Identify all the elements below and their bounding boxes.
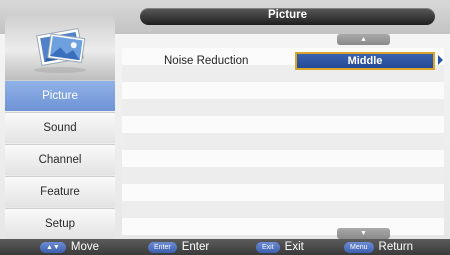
sidebar-item-label: Sound bbox=[43, 122, 77, 134]
hint-enter: Enter Enter bbox=[148, 241, 209, 253]
hint-label: Return bbox=[378, 241, 414, 253]
sidebar-item-label: Setup bbox=[44, 218, 76, 230]
chevron-right-icon[interactable] bbox=[438, 55, 443, 65]
noise-reduction-label: Noise Reduction bbox=[164, 55, 249, 67]
sidebar-item-sound[interactable]: Sound bbox=[5, 112, 115, 143]
hint-move: ▲▼ Move bbox=[40, 241, 99, 253]
chevron-up-icon: ▲ bbox=[360, 36, 367, 43]
hint-label: Enter bbox=[181, 241, 210, 253]
settings-rows bbox=[122, 48, 444, 235]
list-row bbox=[122, 99, 444, 116]
sidebar: Picture Sound Channel Feature Setup bbox=[0, 9, 117, 245]
settings-panel: ▲ Noise Reduction Middle ▼ bbox=[122, 34, 444, 239]
scroll-up-button[interactable]: ▲ bbox=[337, 34, 390, 45]
key-hint-bar: ▲▼ Move Enter Enter Exit Exit Menu Retur… bbox=[0, 239, 450, 255]
picture-category-tile bbox=[5, 14, 115, 80]
hint-label: Move bbox=[70, 241, 99, 253]
move-key-icon: ▲▼ bbox=[40, 241, 66, 253]
list-row bbox=[122, 201, 444, 218]
noise-reduction-selector[interactable]: Middle bbox=[295, 52, 435, 70]
tv-menu-screen: Picture Picture Sound Channel Feature Se… bbox=[0, 0, 450, 255]
enter-key-icon: Enter bbox=[148, 241, 177, 253]
list-row bbox=[122, 150, 444, 167]
list-row bbox=[122, 218, 444, 235]
hint-label: Exit bbox=[284, 241, 304, 253]
list-row bbox=[122, 184, 444, 201]
hint-return: Menu Return bbox=[344, 241, 413, 253]
list-row bbox=[122, 116, 444, 133]
title-bar: Picture bbox=[140, 8, 435, 25]
sidebar-item-label: Feature bbox=[40, 186, 80, 198]
scroll-down-button[interactable]: ▼ bbox=[337, 228, 390, 239]
hint-exit: Exit Exit bbox=[256, 241, 304, 253]
page-title: Picture bbox=[268, 9, 307, 21]
sidebar-item-label: Picture bbox=[42, 90, 78, 102]
sidebar-item-setup[interactable]: Setup bbox=[5, 208, 115, 239]
picture-icon bbox=[34, 28, 86, 73]
list-row bbox=[122, 82, 444, 99]
chevron-down-icon: ▼ bbox=[360, 230, 367, 237]
menu-key-icon: Menu bbox=[344, 241, 374, 253]
list-row bbox=[122, 133, 444, 150]
sidebar-item-channel[interactable]: Channel bbox=[5, 144, 115, 175]
sidebar-item-picture[interactable]: Picture bbox=[5, 80, 115, 111]
list-row bbox=[122, 167, 444, 184]
sidebar-item-label: Channel bbox=[38, 154, 82, 166]
noise-reduction-value: Middle bbox=[347, 55, 383, 67]
exit-key-icon: Exit bbox=[256, 241, 280, 253]
sidebar-item-feature[interactable]: Feature bbox=[5, 176, 115, 207]
